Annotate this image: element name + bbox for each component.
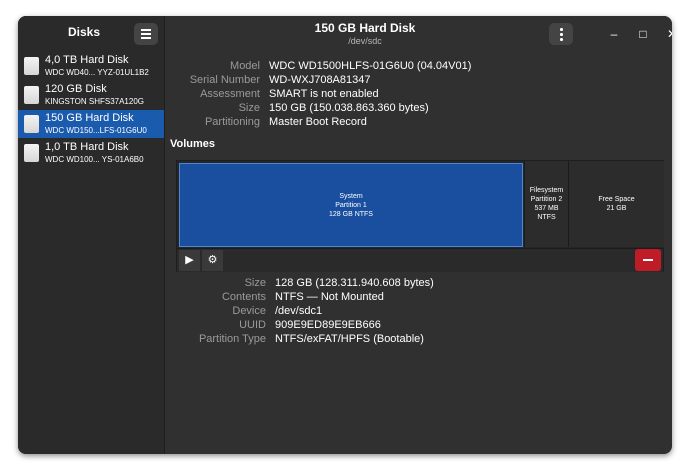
disk-item-1tb[interactable]: 1,0 TB Hard Disk WDC WD100... YS-01A6B0: [18, 139, 164, 167]
contents-label: Contents: [221, 291, 266, 303]
partition-size-value: 128 GB (128.311.940.608 bytes): [275, 277, 434, 289]
mount-button[interactable]: ▶: [179, 250, 200, 271]
partition-system-name: System: [339, 192, 363, 200]
app-title: Disks: [67, 25, 101, 39]
play-icon: ▶: [185, 254, 194, 266]
disk-item-4tb[interactable]: 4,0 TB Hard Disk WDC WD40... YYZ-01UL1B2: [18, 52, 164, 80]
model-label: Model: [230, 60, 260, 72]
hard-disk-icon: [24, 115, 39, 133]
sidebar-header: Disks: [18, 16, 164, 50]
uuid-value: 909E9ED89E9EB666: [275, 319, 381, 331]
header-bar: 150 GB Hard Disk /dev/sdc – □ ✕: [165, 16, 672, 52]
partition-size-label: Size: [244, 277, 266, 289]
volume-toolbar: ▶ ⚙: [177, 248, 663, 272]
disk-item-150gb[interactable]: 150 GB Hard Disk WDC WD150...LFS-01G6U0: [18, 110, 164, 138]
hard-disk-icon: [24, 57, 39, 75]
hard-disk-icon: [24, 144, 39, 162]
uuid-label: UUID: [239, 319, 266, 331]
main-panel: 150 GB Hard Disk /dev/sdc – □ ✕ Model WD…: [165, 16, 672, 454]
disk-name: 120 GB Disk: [45, 83, 107, 95]
partition-system-number: Partition 1: [335, 201, 367, 209]
hamburger-menu-icon: [141, 29, 151, 31]
minus-icon: [643, 259, 653, 261]
gear-icon: ⚙: [207, 254, 218, 266]
serial-value: WD-WXJ708A81347: [269, 74, 371, 86]
device-label: Device: [232, 305, 266, 317]
disk-title: 150 GB Hard Disk: [314, 21, 416, 35]
sidebar: Disks 4,0 TB Hard Disk WDC WD40... YYZ-0…: [18, 16, 165, 454]
disk-model: WDC WD100... YS-01A6B0: [45, 155, 144, 164]
contents-value: NTFS — Not Mounted: [275, 291, 384, 303]
size-label: Size: [238, 102, 260, 114]
hamburger-line: [141, 33, 151, 35]
hamburger-line: [141, 37, 151, 39]
disk-item-120gb[interactable]: 120 GB Disk KINGSTON SHFS37A120G: [18, 81, 164, 109]
disk-model: WDC WD40... YYZ-01UL1B2: [45, 68, 149, 77]
assessment-label: Assessment: [200, 88, 260, 100]
vertical-dot: [560, 38, 563, 41]
assessment-value: SMART is not enabled: [269, 88, 379, 100]
volumes-heading: Volumes: [170, 138, 216, 150]
free-space-size: 21 GB: [606, 205, 627, 212]
partitioning-label: Partitioning: [204, 116, 260, 128]
partition-type-label: Partition Type: [198, 333, 266, 345]
serial-label: Serial Number: [189, 74, 260, 86]
disk-model: WDC WD150...LFS-01G6U0: [45, 126, 147, 135]
hard-disk-icon: [24, 86, 39, 104]
partition-options-button[interactable]: ⚙: [202, 250, 223, 271]
maximize-button[interactable]: □: [634, 25, 652, 43]
model-value: WDC WD1500HLFS-01G6U0 (04.04V01): [269, 60, 472, 72]
free-space-label: Free Space: [598, 196, 635, 203]
disks-window: Disks 4,0 TB Hard Disk WDC WD40... YYZ-0…: [18, 16, 672, 454]
partition-system[interactable]: System Partition 1 128 GB NTFS: [179, 163, 523, 247]
partition-filesystem-size: 537 MB NTFS: [534, 205, 559, 221]
disk-device-path: /dev/sdc: [348, 36, 382, 46]
delete-partition-button[interactable]: [635, 249, 661, 271]
device-value: /dev/sdc1: [275, 305, 323, 317]
disk-name: 4,0 TB Hard Disk: [45, 54, 129, 66]
partition-filesystem[interactable]: Filesystem Partition 2 537 MB NTFS: [524, 161, 568, 247]
partition-type-value: NTFS/exFAT/HPFS (Bootable): [275, 333, 424, 345]
partition-filesystem-name: Filesystem: [529, 187, 564, 194]
main-menu-button[interactable]: [134, 23, 158, 45]
size-value: 150 GB (150.038.863.360 bytes): [269, 102, 429, 114]
close-button[interactable]: ✕: [663, 25, 672, 43]
vertical-dots-icon: [560, 28, 563, 31]
disk-menu-button[interactable]: [549, 23, 573, 45]
free-space[interactable]: Free Space 21 GB: [568, 161, 664, 247]
disk-model: KINGSTON SHFS37A120G: [45, 97, 144, 106]
disk-name: 150 GB Hard Disk: [45, 112, 134, 124]
disk-name: 1,0 TB Hard Disk: [45, 141, 129, 153]
partitioning-value: Master Boot Record: [269, 116, 367, 128]
vertical-dot: [560, 33, 563, 36]
minimize-button[interactable]: –: [605, 25, 623, 43]
partition-filesystem-number: Partition 2: [530, 196, 563, 203]
partition-system-size: 128 GB NTFS: [329, 210, 373, 218]
volume-graph: System Partition 1 128 GB NTFS Filesyste…: [176, 160, 664, 272]
